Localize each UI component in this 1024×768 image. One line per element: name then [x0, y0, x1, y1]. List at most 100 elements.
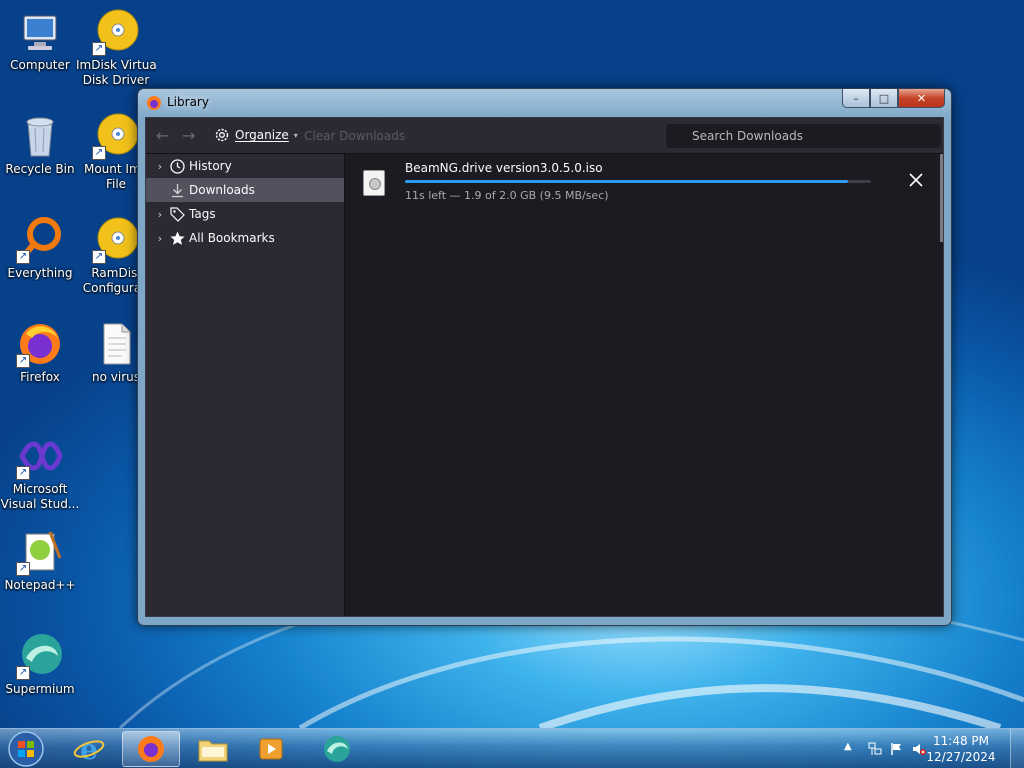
taskbar-firefox[interactable] — [122, 731, 180, 767]
chevron-down-icon: ▾ — [293, 130, 298, 140]
windows-logo-icon — [8, 731, 44, 767]
desktop-icon-label: Microsoft — [12, 482, 68, 496]
desktop-icon-notepad-plus-plus[interactable]: ↗ Notepad++ — [0, 528, 80, 593]
shortcut-arrow-icon: ↗ — [16, 250, 30, 264]
download-progress-bar — [405, 180, 871, 183]
svg-text:e: e — [80, 733, 98, 765]
computer-icon — [16, 8, 64, 56]
close-icon: ✕ — [916, 91, 927, 105]
close-button[interactable]: ✕ — [898, 89, 945, 108]
star-icon — [169, 230, 185, 246]
everything-search-icon: ↗ — [16, 216, 64, 264]
download-icon — [169, 182, 185, 198]
internet-explorer-icon: e — [73, 733, 105, 765]
minimize-icon: – — [853, 91, 859, 105]
chevron-right-icon[interactable]: › — [153, 160, 167, 173]
desktop-icon-supermium[interactable]: ↗ Supermium — [0, 632, 80, 697]
clock[interactable]: 11:48 PM 12/27/2024 — [924, 733, 998, 765]
supermium-icon — [324, 736, 350, 762]
firefox-icon — [146, 95, 162, 111]
sidebar-item-label: Tags — [189, 207, 216, 221]
download-progress-fill — [405, 180, 848, 183]
organize-button[interactable]: Organize ▾ — [214, 127, 298, 143]
downloads-list: BeamNG.drive version3.0.5.0.iso 11s left… — [346, 154, 943, 616]
desktop-icon-label: Supermium — [5, 682, 75, 696]
start-button[interactable] — [4, 730, 48, 768]
sidebar-item-history[interactable]: › History — [146, 154, 344, 178]
sidebar-item-label: Downloads — [189, 183, 255, 197]
clear-downloads-button[interactable]: Clear Downloads — [304, 129, 405, 143]
download-item[interactable]: BeamNG.drive version3.0.5.0.iso 11s left… — [346, 154, 943, 210]
window-title: Library — [167, 95, 209, 109]
clock-icon — [169, 158, 185, 174]
media-player-icon — [259, 738, 283, 760]
show-desktop-button[interactable] — [1010, 729, 1024, 768]
disc-icon: ↗ — [92, 216, 140, 264]
sidebar-item-tags[interactable]: › Tags — [146, 202, 344, 226]
supermium-icon: ↗ — [16, 632, 64, 680]
organize-label: Organize — [235, 128, 289, 142]
scrollbar[interactable] — [940, 154, 943, 242]
desktop-icon-firefox[interactable]: ↗ Firefox — [0, 320, 80, 385]
forward-arrow-icon[interactable]: → — [182, 126, 195, 145]
desktop-icon-imdisk[interactable]: ↗ ImDisk Virtual Disk Driver — [76, 8, 156, 88]
title-bar[interactable]: Library – □ ✕ — [138, 89, 951, 116]
sidebar-item-label: All Bookmarks — [189, 231, 275, 245]
maximize-icon: □ — [878, 91, 890, 105]
disc-icon: ↗ — [92, 8, 140, 56]
taskbar-supermium[interactable] — [308, 731, 366, 767]
shortcut-arrow-icon: ↗ — [16, 354, 30, 368]
shortcut-arrow-icon: ↗ — [16, 466, 30, 480]
action-center-flag-icon[interactable] — [890, 742, 904, 756]
desktop-icon-recycle-bin[interactable]: Recycle Bin — [0, 112, 80, 177]
shortcut-arrow-icon: ↗ — [92, 250, 106, 264]
library-client: ← → Organize ▾ Clear Downloads Search Do… — [145, 117, 944, 617]
clock-date: 12/27/2024 — [926, 750, 996, 764]
sidebar-item-all-bookmarks[interactable]: › All Bookmarks — [146, 226, 344, 250]
taskbar: e ▲ 11:48 PM 12/27/2024 — [0, 728, 1024, 768]
gear-icon — [215, 128, 229, 142]
show-hidden-icons-icon[interactable]: ▲ — [844, 741, 858, 755]
chevron-right-icon[interactable]: › — [153, 232, 167, 245]
maximize-button[interactable]: □ — [870, 89, 898, 108]
sidebar: › History Downloads › Tags › All Bookmar… — [146, 154, 345, 616]
desktop-icon-label: ImDisk Virtual — [76, 58, 156, 72]
disc-icon: ↗ — [92, 112, 140, 160]
desktop-icon-label: Recycle Bin — [5, 162, 75, 176]
folder-icon — [198, 740, 228, 762]
notepad-plus-plus-icon: ↗ — [16, 528, 64, 576]
shortcut-arrow-icon: ↗ — [92, 146, 106, 160]
shortcut-arrow-icon: ↗ — [16, 666, 30, 680]
toolbar: ← → Organize ▾ Clear Downloads Search Do… — [146, 118, 943, 154]
search-input[interactable]: Search Downloads — [666, 124, 941, 148]
chevron-right-icon[interactable]: › — [153, 208, 167, 221]
desktop-icon-label: Notepad++ — [4, 578, 76, 592]
desktop-icon-label: Visual Stud... — [0, 497, 80, 511]
taskbar-file-explorer[interactable] — [184, 731, 242, 767]
cancel-download-icon[interactable] — [908, 172, 924, 188]
network-icon[interactable] — [868, 742, 882, 756]
desktop-icon-everything[interactable]: ↗ Everything — [0, 216, 80, 281]
recycle-bin-icon — [16, 112, 64, 160]
shortcut-arrow-icon: ↗ — [16, 562, 30, 576]
taskbar-media-player[interactable] — [242, 731, 300, 767]
desktop-icon-label: Disk Driver — [82, 73, 150, 87]
desktop-icon-label: Everything — [7, 266, 73, 280]
sidebar-item-downloads[interactable]: Downloads — [146, 178, 344, 202]
desktop-icon-computer[interactable]: Computer — [0, 8, 80, 73]
back-arrow-icon[interactable]: ← — [156, 126, 169, 145]
desktop-icon-label: Firefox — [20, 370, 60, 384]
sidebar-item-label: History — [189, 159, 232, 173]
library-window: Library – □ ✕ ← → Organize ▾ Clear Downl… — [137, 88, 952, 626]
text-file-icon — [92, 320, 140, 368]
tag-icon — [169, 206, 185, 222]
taskbar-internet-explorer[interactable]: e — [60, 731, 118, 767]
desktop-icon-visual-studio[interactable]: ↗ Microsoft Visual Stud... — [0, 432, 80, 512]
desktop-icon-label: Computer — [10, 58, 70, 72]
disc-image-file-icon — [363, 170, 385, 196]
window-controls: – □ ✕ — [842, 89, 945, 108]
firefox-icon: ↗ — [16, 320, 64, 368]
clock-time: 11:48 PM — [933, 734, 989, 748]
minimize-button[interactable]: – — [842, 89, 870, 108]
visual-studio-icon: ↗ — [16, 432, 64, 480]
